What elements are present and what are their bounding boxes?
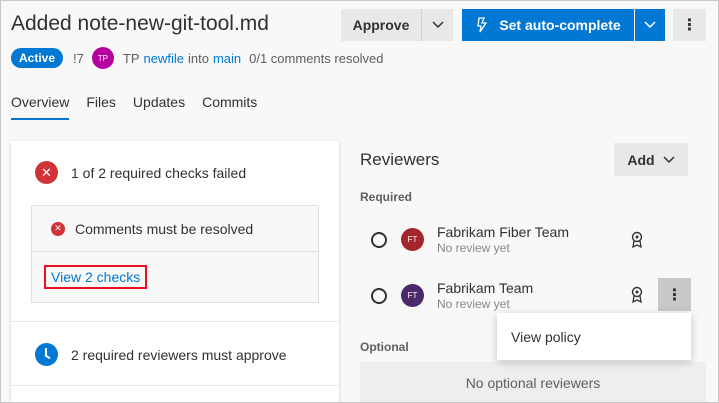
checks-summary-text: 1 of 2 required checks failed: [71, 164, 247, 181]
reviewer-row: FT Fabrikam Team No review yet: [371, 280, 533, 311]
auto-complete-options-button[interactable]: [635, 9, 665, 41]
target-branch-link[interactable]: main: [213, 51, 241, 66]
tab-files[interactable]: Files: [86, 94, 116, 120]
policy-badge-icon: [631, 286, 643, 304]
tab-updates[interactable]: Updates: [133, 94, 185, 120]
reviewers-requirement-text: 2 required reviewers must approve: [71, 346, 287, 363]
into-text: into: [187, 50, 209, 66]
reviewer-radio[interactable]: [371, 231, 387, 248]
reviewers-requirement-row: 2 required reviewers must approve: [35, 343, 287, 366]
chevron-down-icon: [663, 155, 675, 163]
approve-options-button[interactable]: [422, 9, 453, 41]
chevron-down-icon: [644, 21, 656, 29]
author-name: TP: [122, 50, 140, 66]
status-badge: Active: [11, 48, 64, 68]
optional-section-label: Optional: [360, 340, 409, 354]
status-card: ✕ 1 of 2 required checks failed ✕ Commen…: [11, 141, 339, 403]
set-auto-complete-label: Set auto-complete: [499, 17, 621, 33]
pr-meta: Active !7 TP TP newfile into main 0/1 co…: [11, 47, 384, 69]
error-icon: ✕: [35, 161, 58, 184]
add-reviewer-button[interactable]: Add: [614, 143, 688, 176]
reviewer-avatar: FT: [401, 228, 424, 251]
more-vertical-icon: ⋮: [666, 286, 683, 304]
auto-complete-icon: [477, 17, 488, 33]
reviewer-status: No review yet: [437, 297, 510, 311]
divider: [11, 385, 339, 386]
source-branch-link[interactable]: newfile: [144, 51, 184, 66]
tab-bar: Overview Files Updates Commits: [11, 94, 257, 120]
reviewer-more-button[interactable]: ⋮: [658, 278, 691, 311]
more-actions-button[interactable]: ⋮: [673, 9, 706, 41]
author-avatar[interactable]: TP: [91, 47, 114, 69]
menu-item-view-policy[interactable]: View policy: [511, 329, 581, 345]
reviewer-context-menu: View policy: [497, 313, 691, 360]
add-label: Add: [627, 151, 655, 168]
view-checks-link[interactable]: View 2 checks: [44, 265, 148, 289]
policy-badge-icon: [631, 231, 643, 249]
page-title: Added note-new-git-tool.md: [11, 12, 269, 35]
reviewer-avatar: FT: [401, 284, 424, 307]
checks-detail-box: ✕ Comments must be resolved View 2 check…: [31, 205, 319, 303]
reviewer-status: No review yet: [437, 241, 510, 255]
more-vertical-icon: ⋮: [681, 17, 698, 34]
divider: [11, 321, 339, 322]
comments-status: 0/1 comments resolved: [249, 50, 384, 66]
no-optional-reviewers: No optional reviewers: [360, 362, 706, 403]
required-section-label: Required: [360, 190, 413, 204]
set-auto-complete-button[interactable]: Set auto-complete: [462, 9, 634, 41]
clock-icon: [35, 343, 58, 366]
approve-button[interactable]: Approve: [341, 9, 422, 41]
error-icon: ✕: [51, 221, 65, 236]
pr-id: !7: [73, 50, 84, 66]
chevron-down-icon: [431, 21, 444, 29]
reviewer-name: Fabrikam Fiber Team: [437, 224, 570, 240]
check-item-comments: ✕ Comments must be resolved: [32, 206, 318, 252]
tab-commits[interactable]: Commits: [202, 94, 257, 120]
reviewer-row: FT Fabrikam Fiber Team No review yet: [371, 224, 569, 255]
reviewers-title: Reviewers: [360, 150, 440, 169]
checks-summary-row: ✕ 1 of 2 required checks failed: [35, 161, 246, 184]
reviewer-name: Fabrikam Team: [437, 280, 534, 296]
tab-overview[interactable]: Overview: [11, 94, 70, 120]
check-item-label: Comments must be resolved: [75, 220, 254, 237]
reviewer-radio[interactable]: [371, 287, 387, 304]
